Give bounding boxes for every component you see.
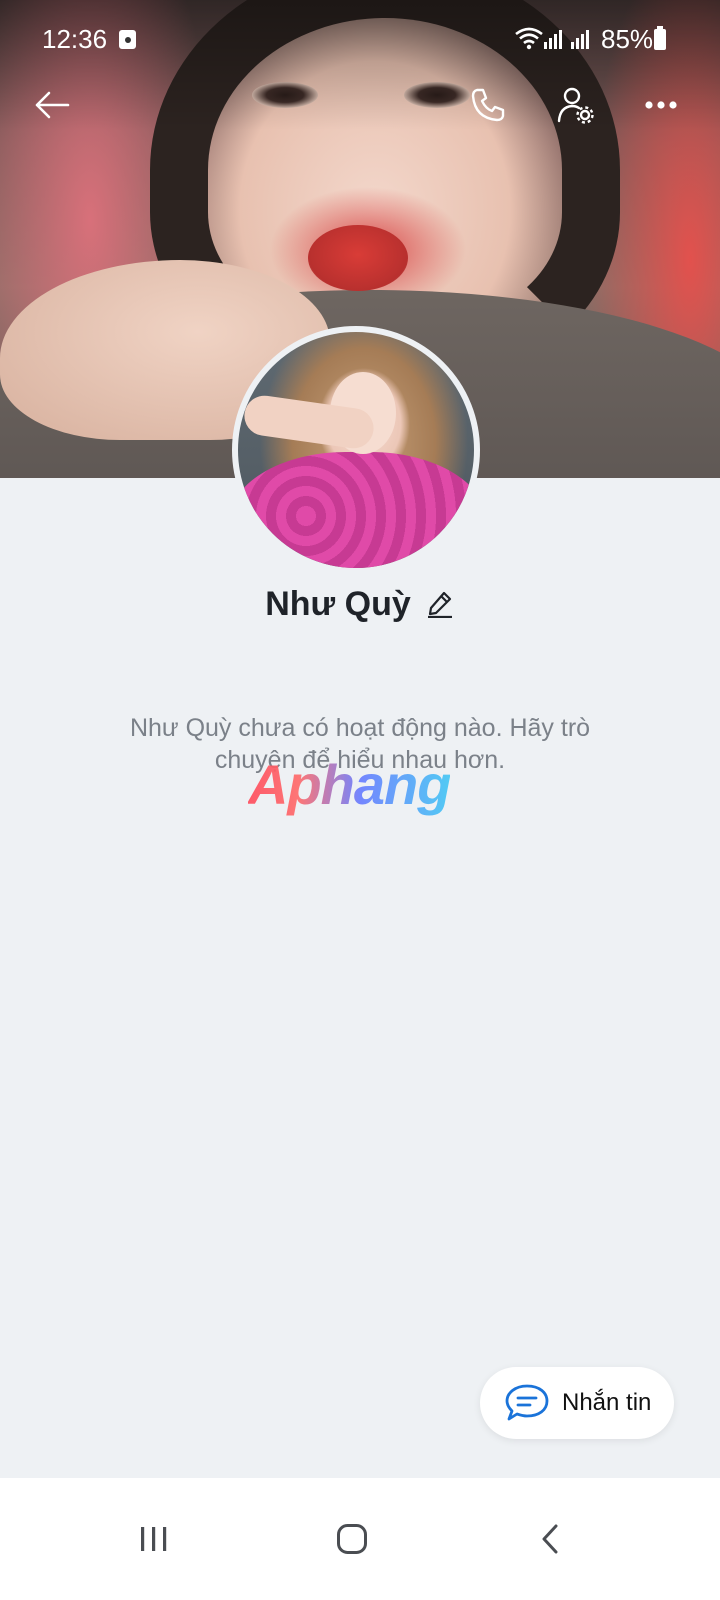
user-settings-icon bbox=[557, 87, 594, 124]
recent-apps-button[interactable] bbox=[94, 1478, 214, 1600]
back-button[interactable] bbox=[27, 80, 77, 130]
home-button[interactable] bbox=[292, 1478, 412, 1600]
battery-percentage: 85% bbox=[601, 24, 654, 54]
home-icon bbox=[337, 1524, 367, 1554]
back-icon bbox=[542, 1524, 558, 1554]
avatar-shirt bbox=[238, 452, 474, 568]
message-button-label: Nhắn tin bbox=[562, 1389, 652, 1416]
watermark-logo: Aphang bbox=[248, 753, 451, 816]
avatar[interactable] bbox=[232, 326, 480, 574]
edit-name-button[interactable] bbox=[425, 589, 455, 619]
notification-icon bbox=[119, 30, 136, 49]
status-bar: 12:36 85% bbox=[0, 0, 720, 80]
call-button[interactable] bbox=[463, 80, 513, 130]
back-arrow-icon bbox=[35, 91, 70, 119]
message-button[interactable]: Nhắn tin bbox=[480, 1367, 674, 1439]
chat-bubble-icon bbox=[505, 1384, 549, 1421]
wifi-icon bbox=[515, 27, 543, 50]
nav-back-button[interactable] bbox=[490, 1478, 610, 1600]
profile-name-row: Như Quỳ bbox=[0, 574, 720, 634]
cover-lips bbox=[308, 225, 408, 291]
status-time: 12:36 bbox=[42, 24, 108, 54]
signal-icon bbox=[571, 30, 589, 49]
phone-icon bbox=[471, 88, 505, 122]
system-navigation-bar bbox=[0, 1478, 720, 1600]
more-options-button[interactable] bbox=[636, 80, 686, 130]
profile-name: Như Quỳ bbox=[265, 584, 411, 623]
profile-settings-button[interactable] bbox=[551, 80, 601, 130]
more-icon bbox=[645, 101, 677, 109]
signal-icon bbox=[544, 30, 562, 49]
battery-icon bbox=[654, 26, 666, 50]
recent-apps-icon bbox=[141, 1527, 167, 1551]
pencil-icon bbox=[427, 591, 452, 618]
